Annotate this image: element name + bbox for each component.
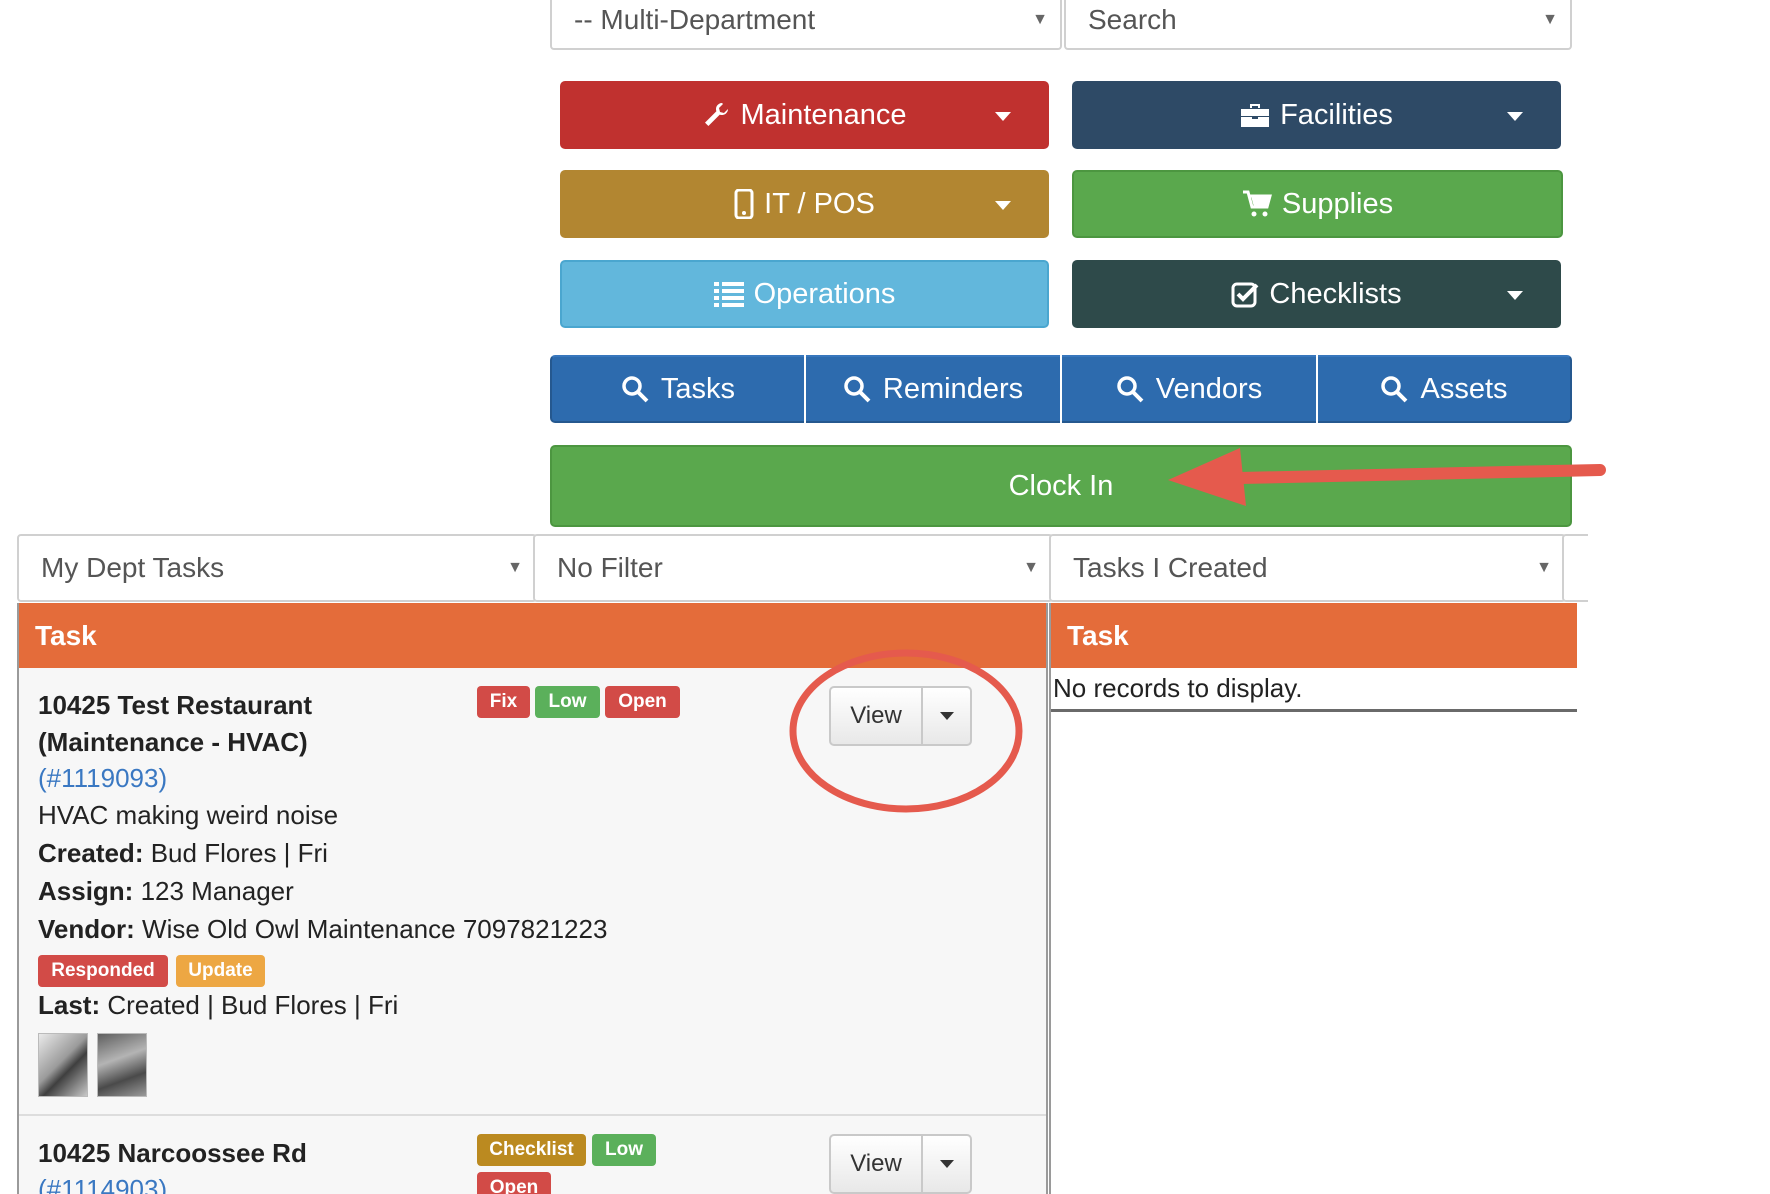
tasks-created-select[interactable]: Tasks I Created ▼ [1049,534,1566,602]
search-icon [622,376,649,403]
vendors-search-tab[interactable]: Vendors [1062,355,1316,423]
caret-down-icon [995,201,1011,210]
assets-tab-label: Assets [1420,372,1508,405]
no-filter-value: No Filter [557,552,663,583]
it-pos-button[interactable]: IT / POS [560,170,1049,238]
facilities-label: Facilities [1280,98,1393,131]
wrench-icon [705,102,729,126]
task-last-row: Last: Created | Bud Flores | Fri [38,990,398,1021]
maintenance-label: Maintenance [740,98,907,131]
search-icon [1117,376,1144,403]
task-card: 10425 Test Restaurant (Maintenance - HVA… [19,649,1046,1116]
dept-tasks-select[interactable]: My Dept Tasks ▼ [17,534,537,602]
annotation-arrow [1168,448,1606,506]
chevron-down-icon: ▼ [1542,11,1558,28]
created-value: Bud Flores | Fri [150,838,328,868]
checklists-label: Checklists [1269,277,1402,310]
checklist-badge: Checklist [477,1134,586,1166]
partial-select[interactable] [1562,534,1588,602]
briefcase-icon [1241,104,1270,127]
reminders-search-tab[interactable]: Reminders [806,355,1060,423]
open-badge: Open [605,686,680,718]
task-photo-thumbnail[interactable] [97,1033,147,1097]
task-assign-row: Assign: 123 Manager [38,876,294,907]
vendors-tab-label: Vendors [1155,372,1263,405]
department-select[interactable]: -- Multi-Department ▼ [550,0,1062,50]
view-dropdown-toggle[interactable] [923,1136,970,1192]
last-value: Created | Bud Flores | Fri [107,990,399,1020]
maintenance-button[interactable]: Maintenance [560,81,1049,149]
my-dept-task-panel: Task 10425 Test Restaurant (Maintenance … [17,603,1048,1194]
it-pos-label: IT / POS [764,187,875,220]
task-card: 10425 Narcoossee Rd (#1114903) Checklist… [19,1118,1046,1194]
search-select[interactable]: Search ▼ [1064,0,1572,50]
cart-icon [1242,190,1272,217]
chevron-down-icon: ▼ [1536,559,1552,576]
tasks-created-panel: Task No records to display. [1049,603,1577,1194]
search-select-value: Search [1088,4,1177,35]
created-label: Created: [38,838,144,868]
task-id-link[interactable]: (#1119093) [38,763,167,794]
update-badge: Update [176,955,265,987]
mobile-icon [734,189,754,219]
chevron-down-icon: ▼ [507,559,523,576]
assign-value: 123 Manager [140,876,294,906]
search-icon [844,376,871,403]
low-badge: Low [535,686,600,718]
caret-down-icon [1507,112,1523,121]
chevron-down-icon: ▼ [1032,11,1048,28]
supplies-label: Supplies [1281,187,1394,220]
task-title-line1: 10425 Narcoossee Rd [38,1138,307,1168]
search-icon [1381,376,1408,403]
task-created-row: Created: Bud Flores | Fri [38,838,328,869]
operations-button[interactable]: Operations [560,260,1049,328]
clock-in-label: Clock In [1008,469,1114,502]
assign-label: Assign: [38,876,134,906]
caret-down-icon [995,112,1011,121]
vendor-label: Vendor: [38,914,135,944]
low-badge: Low [592,1134,656,1166]
operations-label: Operations [753,277,896,310]
caret-down-icon [1507,291,1523,300]
department-select-value: -- Multi-Department [574,4,816,35]
task-vendor-row: Vendor: Wise Old Owl Maintenance 7097821… [38,914,607,945]
assets-search-tab[interactable]: Assets [1318,355,1572,423]
tasks-created-value: Tasks I Created [1073,552,1268,583]
view-button[interactable]: View [831,1136,923,1192]
no-filter-select[interactable]: No Filter ▼ [533,534,1053,602]
last-label: Last: [38,990,101,1020]
check-square-icon [1231,282,1259,308]
tasks-tab-label: Tasks [660,372,736,405]
dept-tasks-value: My Dept Tasks [41,552,225,583]
empty-records-text: No records to display. [1053,673,1303,703]
open-badge: Open [477,1172,551,1194]
fix-badge: Fix [477,686,530,718]
task-id-link[interactable]: (#1114903) [38,1174,167,1194]
reminders-tab-label: Reminders [882,372,1024,405]
tasks-search-tab[interactable]: Tasks [550,355,804,423]
view-split-button[interactable]: View [829,1134,972,1194]
chevron-down-icon: ▼ [1023,559,1039,576]
empty-records-message: No records to display. [1051,668,1577,712]
task-title-line1: 10425 Test Restaurant [38,690,313,720]
facilities-button[interactable]: Facilities [1072,81,1561,149]
responded-badge: Responded [38,955,168,987]
checklists-button[interactable]: Checklists [1072,260,1561,328]
task-header-label: Task [1067,619,1129,651]
task-title-line2: (Maintenance - HVAC) [38,727,308,757]
task-photo-thumbnail[interactable] [38,1033,88,1097]
task-description: HVAC making weird noise [38,800,339,830]
list-icon [713,282,744,307]
caret-down-icon [939,1160,954,1168]
task-panel-header: Task [1051,603,1577,668]
supplies-button[interactable]: Supplies [1072,170,1563,238]
vendor-value: Wise Old Owl Maintenance 7097821223 [142,914,608,944]
annotation-circle [789,649,1023,813]
task-header-label: Task [35,619,97,651]
